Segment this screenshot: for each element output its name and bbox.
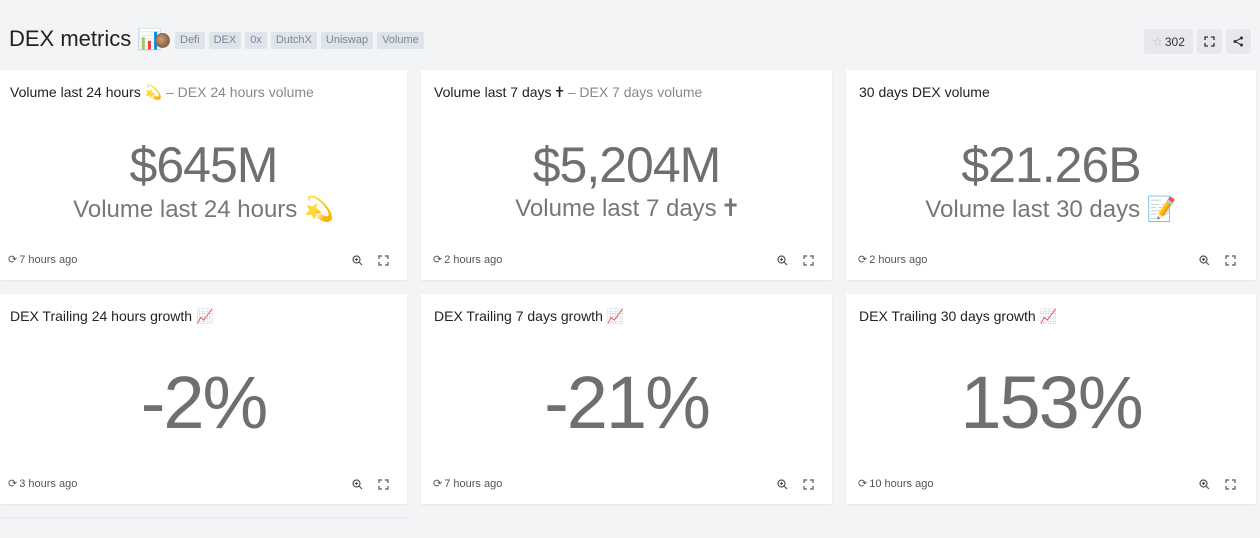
widget-volume-7d: Volume last 7 days 🕇 – DEX 7 days volume… [421,70,832,280]
widget-growth-24h: DEX Trailing 24 hours growth 📈 -2% ⟳ 3 h… [0,294,407,504]
zoom-icon[interactable] [1198,254,1210,266]
widget-value: -21% [544,361,711,444]
widget-title: Volume last 7 days 🕇 – DEX 7 days volume [434,84,702,101]
star-icon: ☆ [1152,34,1163,49]
zoom-icon[interactable] [351,478,363,490]
widget-caption: Volume last 7 days 🕇 [515,195,738,222]
expand-icon[interactable] [377,254,389,266]
share-button[interactable] [1226,29,1251,54]
expand-icon[interactable] [1224,254,1236,266]
divider [0,517,407,519]
widget-footer: ⟳ 3 hours ago [8,477,78,491]
widget-title-text: Volume last 7 days 🕇 [434,84,564,100]
widget-footer: ⟳ 7 hours ago [8,253,78,267]
widget-volume-30d: 30 days DEX volume $21.26B Volume last 3… [846,70,1256,280]
refresh-icon[interactable]: ⟳ [8,253,17,266]
favorite-count: 302 [1164,34,1185,49]
widget-caption: Volume last 30 days 📝 [925,196,1177,223]
widget-value: -2% [140,361,269,444]
refresh-icon[interactable]: ⟳ [858,253,867,266]
tag-list: Defi DEX 0x DutchX Uniswap Volume [175,32,424,49]
refresh-icon[interactable]: ⟳ [858,477,867,490]
updated-time: 7 hours ago [19,253,78,266]
widget-title-text: Volume last 24 hours 💫 [10,84,163,100]
tag-dex[interactable]: DEX [208,32,242,49]
widget-title: 30 days DEX volume [859,84,990,100]
favorite-button[interactable]: ☆ 302 [1144,29,1193,54]
widget-title: DEX Trailing 30 days growth 📈 [859,308,1057,324]
widget-footer: ⟳ 7 hours ago [433,477,503,491]
zoom-icon[interactable] [351,254,363,266]
updated-time: 2 hours ago [444,253,503,266]
header-actions: ☆ 302 [1144,29,1251,54]
expand-icon[interactable] [1224,478,1236,490]
expand-icon[interactable] [802,254,814,266]
expand-icon[interactable] [377,478,389,490]
fullscreen-button[interactable] [1197,29,1222,54]
widget-value: $21.26B [961,137,1141,193]
page-title-text: DEX metrics [9,26,132,51]
widget-footer: ⟳ 2 hours ago [858,253,928,267]
updated-time: 2 hours ago [869,253,928,266]
zoom-icon[interactable] [776,254,788,266]
expand-icon[interactable] [802,478,814,490]
tag-dutchx[interactable]: DutchX [270,32,317,49]
refresh-icon[interactable]: ⟳ [433,253,442,266]
dashboard-header: DEX metrics 📊 Defi DEX 0x DutchX Uniswap… [0,0,1260,70]
widget-growth-7d: DEX Trailing 7 days growth 📈 -21% ⟳ 7 ho… [421,294,832,504]
zoom-icon[interactable] [776,478,788,490]
widget-subtitle: – DEX 24 hours volume [162,84,314,100]
tag-defi[interactable]: Defi [175,32,205,49]
widget-actions [351,478,389,490]
zoom-icon[interactable] [1198,478,1210,490]
widget-caption: Volume last 24 hours 💫 [73,196,334,223]
widget-footer: ⟳ 10 hours ago [858,477,934,491]
fullscreen-icon [1204,36,1215,47]
updated-time: 10 hours ago [869,477,934,490]
updated-time: 7 hours ago [444,477,503,490]
page-title: DEX metrics 📊 [9,26,162,52]
tag-0x[interactable]: 0x [245,32,267,49]
refresh-icon[interactable]: ⟳ [8,477,17,490]
tag-uniswap[interactable]: Uniswap [320,32,374,49]
widget-title: Volume last 24 hours 💫 – DEX 24 hours vo… [10,84,314,101]
widget-subtitle: – DEX 7 days volume [563,84,703,100]
widget-value: 153% [960,361,1143,444]
widget-volume-24h: Volume last 24 hours 💫 – DEX 24 hours vo… [0,70,407,280]
widget-value: $5,204M [532,137,722,193]
widget-actions [1198,478,1236,490]
share-icon [1233,36,1243,47]
widget-title: DEX Trailing 24 hours growth 📈 [10,308,214,324]
widget-title-text: 30 days DEX volume [859,84,990,100]
widget-actions [776,254,814,266]
refresh-icon[interactable]: ⟳ [433,477,442,490]
widget-actions [351,254,389,266]
updated-time: 3 hours ago [19,477,78,490]
widget-value: $645M [129,137,279,193]
avatar[interactable] [155,33,170,48]
tag-volume[interactable]: Volume [377,32,424,49]
widget-title: DEX Trailing 7 days growth 📈 [434,308,625,324]
widget-actions [1198,254,1236,266]
widget-growth-30d: DEX Trailing 30 days growth 📈 153% ⟳ 10 … [846,294,1256,504]
widget-footer: ⟳ 2 hours ago [433,253,503,267]
widget-actions [776,478,814,490]
